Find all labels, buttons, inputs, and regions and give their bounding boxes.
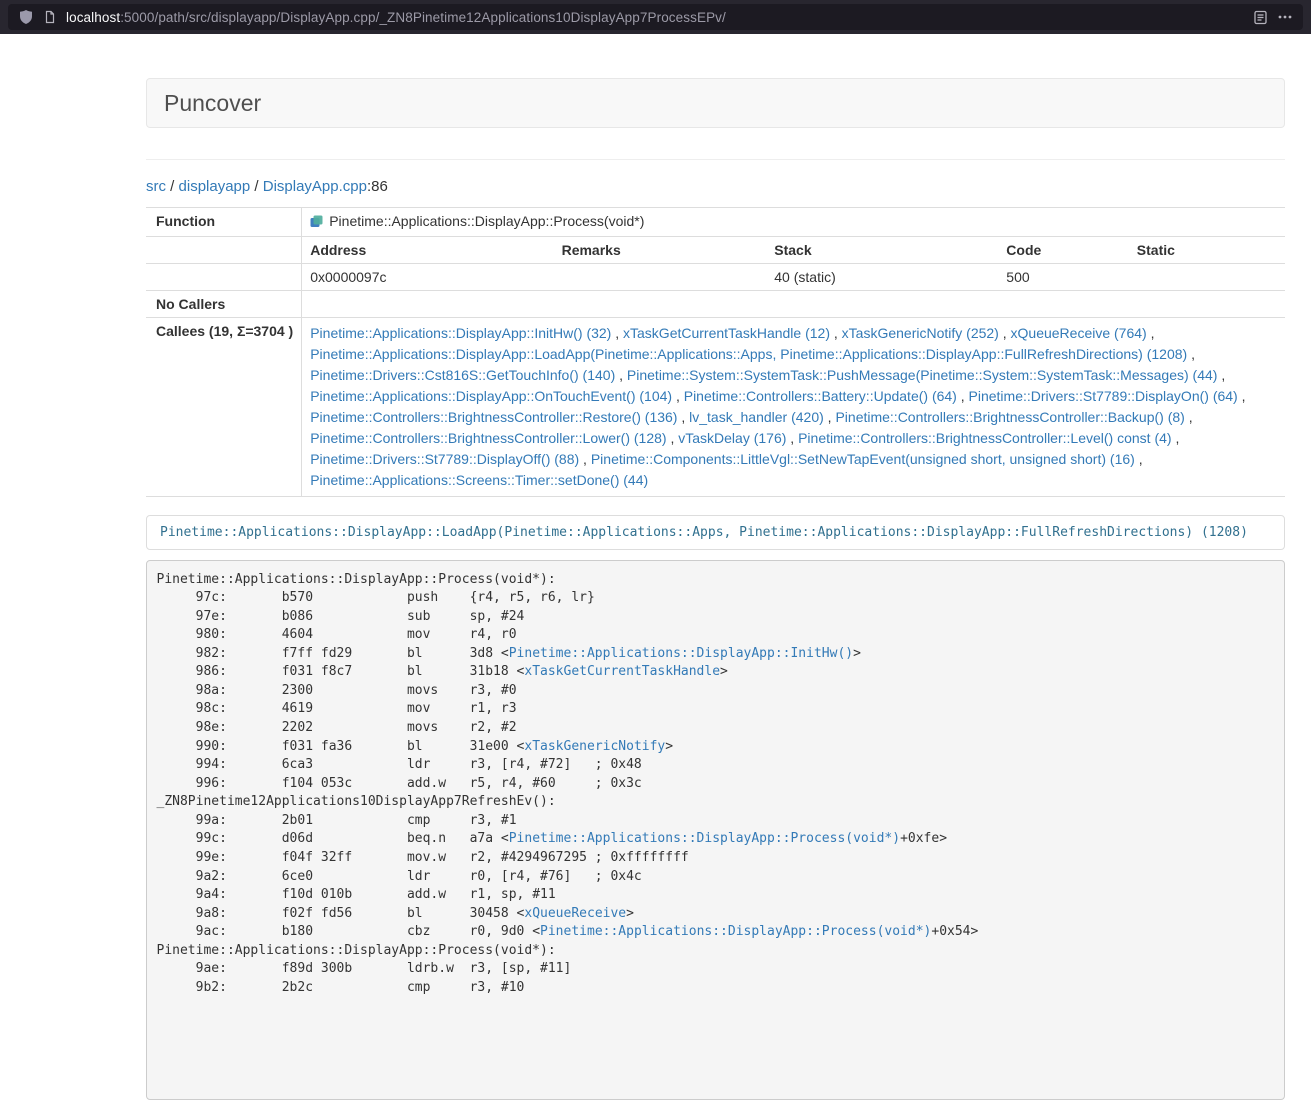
function-row: Function Pinetime::Applications::Display…	[146, 208, 1285, 237]
page-actions-menu-icon[interactable]	[1277, 9, 1293, 25]
main-content: Puncover src / displayapp / DisplayApp.c…	[146, 34, 1285, 1100]
assembly-code-block: Pinetime::Applications::DisplayApp::Proc…	[146, 560, 1285, 1100]
callee-link[interactable]: xTaskGetCurrentTaskHandle (12)	[623, 325, 830, 341]
callees-row: Callees (19, Σ=3704 ) Pinetime::Applicat…	[146, 318, 1285, 497]
col-stack: Stack	[774, 242, 1006, 258]
callee-link[interactable]: Pinetime::System::SystemTask::PushMessag…	[627, 367, 1218, 383]
divider	[146, 159, 1285, 160]
empty-label-cell	[146, 264, 302, 291]
callee-link[interactable]: lv_task_handler (420)	[689, 409, 824, 425]
callee-link[interactable]: Pinetime::Applications::DisplayApp::Load…	[310, 346, 1187, 362]
page-info-icon[interactable]	[43, 10, 57, 24]
callee-link[interactable]: Pinetime::Controllers::Battery::Update()…	[684, 388, 957, 404]
callee-link[interactable]: Pinetime::Applications::Screens::Timer::…	[310, 472, 648, 488]
value-code: 500	[1006, 269, 1137, 285]
col-remarks: Remarks	[562, 242, 775, 258]
url-host: localhost	[66, 10, 120, 25]
callee-link[interactable]: Pinetime::Controllers::BrightnessControl…	[310, 430, 666, 446]
url-bar[interactable]: localhost:5000/path/src/displayapp/Displ…	[8, 4, 1303, 30]
selected-symbol-panel: Pinetime::Applications::DisplayApp::Load…	[146, 515, 1285, 550]
callee-link[interactable]: vTaskDelay (176)	[678, 430, 786, 446]
value-address: 0x0000097c	[310, 269, 561, 285]
breadcrumb-line-number: :86	[367, 178, 388, 195]
values: 0x0000097c 40 (static) 500	[310, 269, 1277, 285]
asm-symbol-link[interactable]: Pinetime::Applications::DisplayApp::Init…	[509, 646, 853, 661]
values-row: 0x0000097c 40 (static) 500	[146, 264, 1285, 291]
browser-toolbar: localhost:5000/path/src/displayapp/Displ…	[0, 0, 1311, 34]
callee-link[interactable]: Pinetime::Controllers::BrightnessControl…	[310, 409, 677, 425]
function-table: Function Pinetime::Applications::Display…	[146, 207, 1285, 497]
callees-label: Callees (19, Σ=3704 )	[146, 318, 302, 497]
function-name: Pinetime::Applications::DisplayApp::Proc…	[329, 213, 644, 229]
callee-link[interactable]: Pinetime::Drivers::St7789::DisplayOn() (…	[969, 388, 1238, 404]
no-callers-row: No Callers	[146, 291, 1285, 318]
col-address: Address	[310, 242, 561, 258]
empty-label-cell	[146, 237, 302, 264]
col-static: Static	[1137, 242, 1277, 258]
callee-link[interactable]: Pinetime::Applications::DisplayApp::Init…	[310, 325, 611, 341]
value-static	[1137, 269, 1277, 285]
url-text: localhost:5000/path/src/displayapp/Displ…	[66, 10, 1244, 25]
breadcrumb: src / displayapp / DisplayApp.cpp:86	[146, 178, 1285, 195]
callee-link[interactable]: xQueueReceive (764)	[1011, 325, 1147, 341]
symbol-type-icon	[310, 215, 323, 231]
value-stack: 40 (static)	[774, 269, 1006, 285]
brand-link[interactable]: Puncover	[164, 90, 261, 117]
breadcrumb-link[interactable]: src	[146, 178, 166, 195]
breadcrumb-separator: /	[250, 178, 263, 195]
breadcrumb-link[interactable]: displayapp	[179, 178, 251, 195]
col-code: Code	[1006, 242, 1137, 258]
columns-header: Address Remarks Stack Code Static	[310, 242, 1277, 258]
callee-link[interactable]: Pinetime::Components::LittleVgl::SetNewT…	[591, 451, 1135, 467]
no-callers-label: No Callers	[146, 291, 302, 318]
asm-symbol-link[interactable]: xTaskGenericNotify	[524, 739, 665, 754]
columns-header-row: Address Remarks Stack Code Static	[146, 237, 1285, 264]
callee-link[interactable]: Pinetime::Controllers::BrightnessControl…	[798, 430, 1171, 446]
callee-link[interactable]: Pinetime::Applications::DisplayApp::OnTo…	[310, 388, 672, 404]
asm-symbol-link[interactable]: Pinetime::Applications::DisplayApp::Proc…	[540, 924, 931, 939]
asm-symbol-link[interactable]: Pinetime::Applications::DisplayApp::Proc…	[509, 831, 900, 846]
asm-symbol-link[interactable]: xTaskGetCurrentTaskHandle	[524, 664, 720, 679]
navbar: Puncover	[146, 78, 1285, 128]
callee-link[interactable]: Pinetime::Drivers::St7789::DisplayOff() …	[310, 451, 579, 467]
callee-link[interactable]: Pinetime::Drivers::Cst816S::GetTouchInfo…	[310, 367, 615, 383]
value-remarks	[562, 269, 775, 285]
breadcrumb-link[interactable]: DisplayApp.cpp	[263, 178, 367, 195]
callee-link[interactable]: xTaskGenericNotify (252)	[842, 325, 999, 341]
function-label: Function	[146, 208, 302, 237]
url-path: :5000/path/src/displayapp/DisplayApp.cpp…	[120, 10, 726, 25]
reader-view-icon[interactable]	[1253, 10, 1268, 25]
asm-symbol-link[interactable]: xQueueReceive	[524, 906, 626, 921]
callees-list: Pinetime::Applications::DisplayApp::Init…	[302, 318, 1285, 497]
shield-icon[interactable]	[18, 9, 34, 25]
breadcrumb-separator: /	[166, 178, 179, 195]
callee-link[interactable]: Pinetime::Controllers::BrightnessControl…	[835, 409, 1184, 425]
